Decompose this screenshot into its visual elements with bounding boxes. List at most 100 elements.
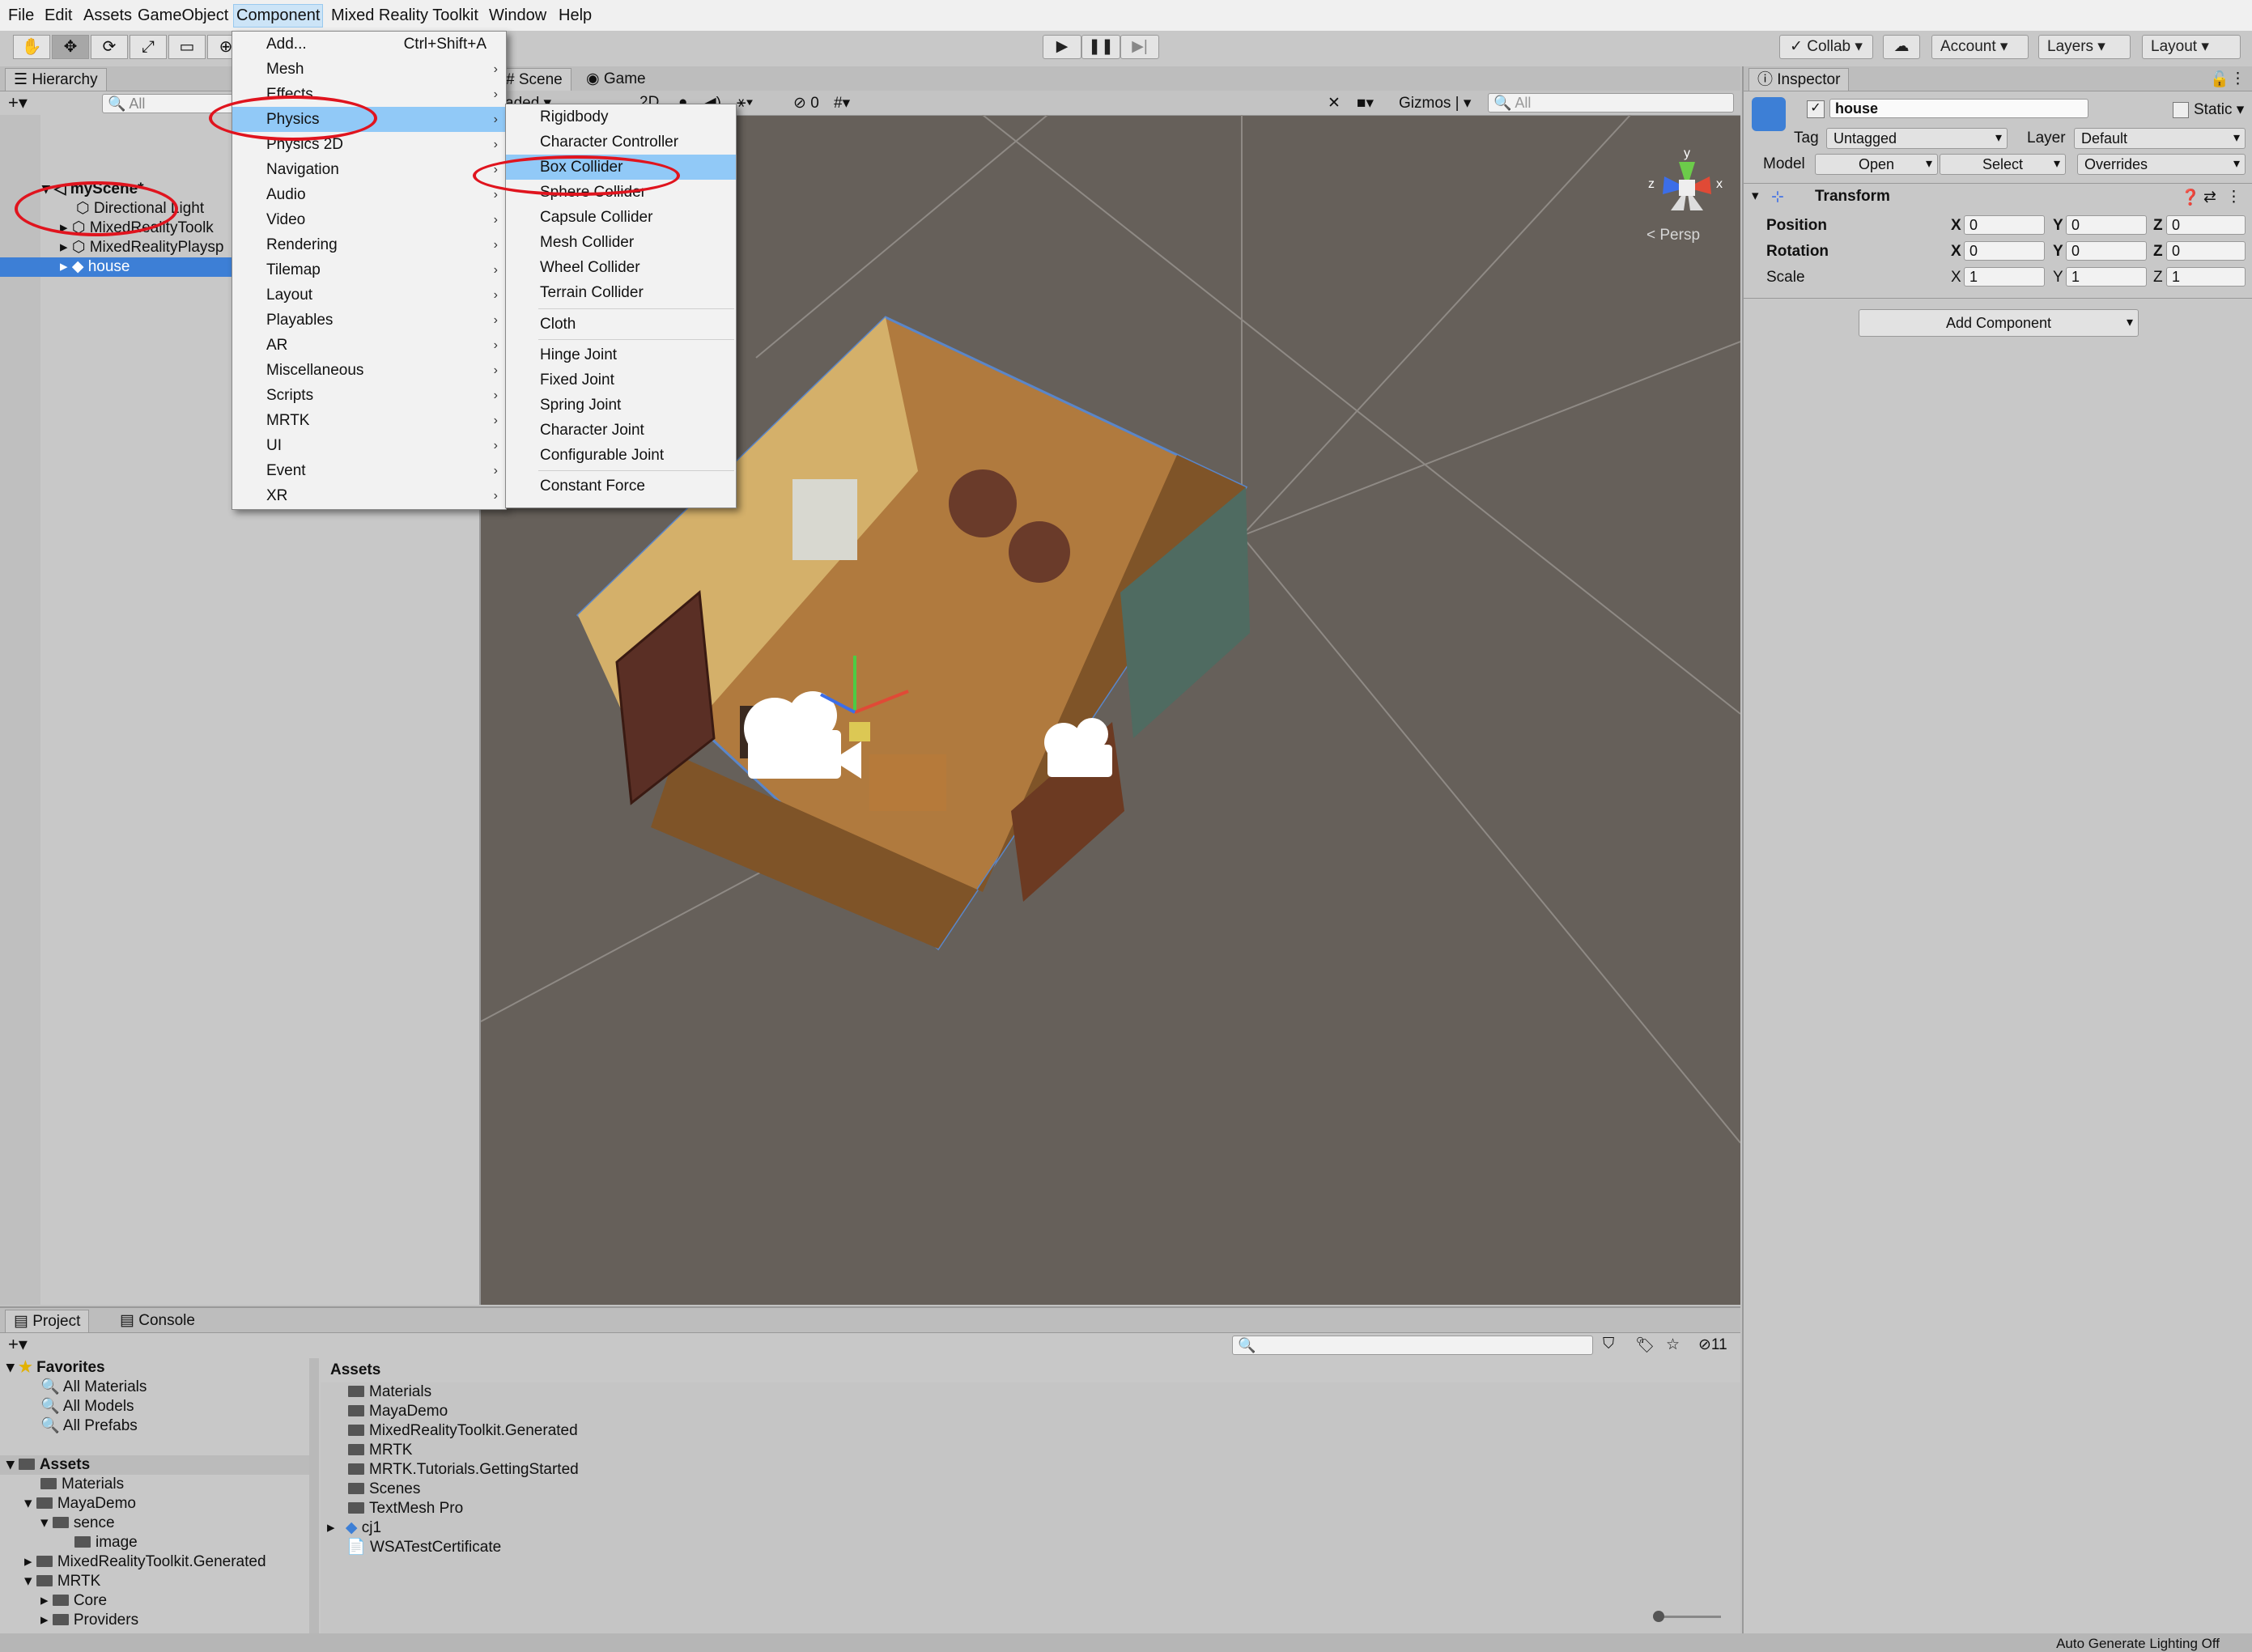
tree-scrollbar[interactable] xyxy=(309,1358,319,1633)
asset-item[interactable]: TextMesh Pro xyxy=(321,1499,1130,1518)
tree-folder-row[interactable]: ▸ Providers xyxy=(0,1611,309,1630)
search-by-label-icon[interactable]: 🏷 xyxy=(1635,1336,1655,1355)
tree-folder-row[interactable]: ▾ MayaDemo xyxy=(0,1494,309,1514)
scale-y-field[interactable]: 1 xyxy=(2066,267,2147,287)
tab-inspector[interactable]: ⓘ Inspector xyxy=(1748,68,1850,91)
rotation-y-field[interactable]: 0 xyxy=(2066,241,2147,261)
menu-item-miscellaneous[interactable]: Miscellaneous › xyxy=(232,358,506,383)
grid-icon[interactable]: #▾ xyxy=(834,94,850,113)
menu-item-mesh-collider[interactable]: Mesh Collider xyxy=(506,230,736,255)
add-component-button[interactable]: Add Component xyxy=(1859,309,2139,337)
help-icon[interactable]: ❓ xyxy=(2181,188,2200,207)
play-button[interactable]: ▶ xyxy=(1043,35,1081,59)
menu-mixed-reality-toolkit[interactable]: Mixed Reality Toolkit xyxy=(331,6,478,25)
layer-dropdown[interactable]: Default xyxy=(2074,128,2246,149)
hidden-objects-toggle[interactable]: ⊘ 0 xyxy=(793,94,819,113)
menu-item-terrain-collider[interactable]: Terrain Collider xyxy=(506,280,736,305)
active-checkbox[interactable]: ✓ xyxy=(1807,100,1825,118)
menu-item-playables[interactable]: Playables › xyxy=(232,308,506,333)
menu-item-rigidbody[interactable]: Rigidbody xyxy=(506,104,736,130)
project-search-input[interactable]: 🔍 xyxy=(1232,1336,1593,1355)
transform-foldout-icon[interactable]: ▾ xyxy=(1752,188,1759,204)
more-icon[interactable]: ⋮ xyxy=(2230,70,2246,88)
overrides-dropdown[interactable]: Overrides xyxy=(2077,154,2246,175)
hand-tool-icon[interactable]: ✋ xyxy=(13,35,50,59)
scale-x-field[interactable]: 1 xyxy=(1964,267,2045,287)
position-x-field[interactable]: 0 xyxy=(1964,215,2045,235)
orientation-gizmo-icon[interactable]: y z x xyxy=(1647,147,1727,228)
rotate-tool-icon[interactable]: ⟳ xyxy=(91,35,128,59)
menu-gameobject[interactable]: GameObject xyxy=(138,6,228,25)
menu-item-capsule-collider[interactable]: Capsule Collider xyxy=(506,205,736,230)
menu-item-spring-joint[interactable]: Spring Joint xyxy=(506,393,736,418)
asset-item[interactable]: MayaDemo xyxy=(321,1402,1130,1421)
icon-size-slider[interactable] xyxy=(1656,1616,1721,1618)
menu-item-configurable-joint[interactable]: Configurable Joint xyxy=(506,443,736,468)
menu-item-character-controller[interactable]: Character Controller xyxy=(506,130,736,155)
step-button[interactable]: ▶| xyxy=(1120,35,1159,59)
scale-z-field[interactable]: 1 xyxy=(2166,267,2246,287)
menu-item-audio[interactable]: Audio › xyxy=(232,182,506,207)
asset-item[interactable]: Scenes xyxy=(321,1480,1130,1499)
menu-item-scripts[interactable]: Scripts › xyxy=(232,383,506,408)
effects-icon[interactable]: ⚹▾ xyxy=(737,94,754,112)
collab-button[interactable]: ✓ Collab ▾ xyxy=(1779,35,1873,59)
menu-item-rendering[interactable]: Rendering › xyxy=(232,232,506,257)
asset-item[interactable]: MRTK xyxy=(321,1441,1130,1460)
tree-folder-row[interactable]: ▾ MRTK xyxy=(0,1572,309,1591)
favorites-star-icon[interactable]: ☆ xyxy=(1666,1336,1680,1354)
menu-item-tilemap[interactable]: Tilemap › xyxy=(232,257,506,282)
object-name-field[interactable]: house xyxy=(1829,99,2088,118)
favorite-item[interactable]: 🔍 All Prefabs xyxy=(0,1416,309,1436)
asset-item[interactable]: 📄 WSATestCertificate xyxy=(321,1538,1130,1557)
search-by-type-icon[interactable]: ⛉ xyxy=(1603,1336,1614,1353)
hidden-packages-toggle[interactable]: ⊘11 xyxy=(1698,1336,1727,1354)
model-select-button[interactable]: Select xyxy=(1940,154,2066,175)
scene-search-input[interactable]: 🔍 All xyxy=(1488,93,1734,113)
add-object-icon[interactable]: +▾ xyxy=(8,92,28,113)
component-menu-icon[interactable]: ⋮ xyxy=(2226,188,2241,206)
asset-item[interactable]: Materials xyxy=(321,1382,1130,1402)
layers-dropdown[interactable]: Layers ▾ xyxy=(2038,35,2131,59)
asset-item[interactable]: MixedRealityToolkit.Generated xyxy=(321,1421,1130,1441)
static-dropdown[interactable]: Static ▾ xyxy=(2194,100,2244,119)
pause-button[interactable]: ❚❚ xyxy=(1081,35,1120,59)
menu-item-navigation[interactable]: Navigation › xyxy=(232,157,506,182)
menu-item-video[interactable]: Video › xyxy=(232,207,506,232)
position-z-field[interactable]: 0 xyxy=(2166,215,2246,235)
position-y-field[interactable]: 0 xyxy=(2066,215,2147,235)
account-dropdown[interactable]: Account ▾ xyxy=(1931,35,2029,59)
tree-folder-row[interactable]: image xyxy=(0,1533,309,1552)
menu-window[interactable]: Window xyxy=(489,6,546,25)
cloud-icon[interactable]: ☁ xyxy=(1883,35,1920,59)
menu-item-xr[interactable]: XR › xyxy=(232,483,506,508)
menu-help[interactable]: Help xyxy=(559,6,592,25)
tab-project[interactable]: ▤ Project xyxy=(5,1310,90,1332)
menu-component[interactable]: Component xyxy=(233,4,324,28)
camera-icon[interactable]: ■▾ xyxy=(1357,94,1374,113)
gizmos-dropdown[interactable]: Gizmos | ▾ xyxy=(1399,94,1471,113)
persp-label[interactable]: < Persp xyxy=(1647,227,1700,244)
menu-item-mrtk[interactable]: MRTK › xyxy=(232,408,506,433)
scale-tool-icon[interactable]: ⤢ xyxy=(130,35,167,59)
tab-console[interactable]: ▤ Console xyxy=(112,1310,203,1332)
menu-item-ui[interactable]: UI › xyxy=(232,433,506,458)
layout-dropdown[interactable]: Layout ▾ xyxy=(2142,35,2241,59)
preset-icon[interactable]: ⇄ xyxy=(2203,188,2216,206)
icon-size-slider-handle[interactable] xyxy=(1653,1611,1664,1622)
tree-folder-row[interactable]: ▸ MixedRealityToolkit.Generated xyxy=(0,1552,309,1572)
move-tool-icon[interactable]: ✥ xyxy=(52,35,89,59)
asset-item[interactable]: MRTK.Tutorials.GettingStarted xyxy=(321,1460,1130,1480)
tab-scene[interactable]: # Scene xyxy=(497,68,571,91)
menu-item-cloth[interactable]: Cloth xyxy=(506,312,736,337)
menu-file[interactable]: File xyxy=(8,6,34,25)
menu-item-mesh[interactable]: Mesh › xyxy=(232,57,506,82)
menu-item-character-joint[interactable]: Character Joint xyxy=(506,418,736,443)
static-checkbox[interactable] xyxy=(2173,102,2189,118)
tab-hierarchy[interactable]: ☰ Hierarchy xyxy=(5,68,107,91)
favorite-item[interactable]: 🔍 All Models xyxy=(0,1397,309,1416)
asset-item[interactable]: ▸ ◆ cj1 xyxy=(321,1518,1130,1538)
tree-folder-row[interactable]: ▸ Core xyxy=(0,1591,309,1611)
tree-folder-row[interactable]: Materials xyxy=(0,1475,309,1494)
menu-item-add[interactable]: Add... Ctrl+Shift+A xyxy=(232,32,506,57)
